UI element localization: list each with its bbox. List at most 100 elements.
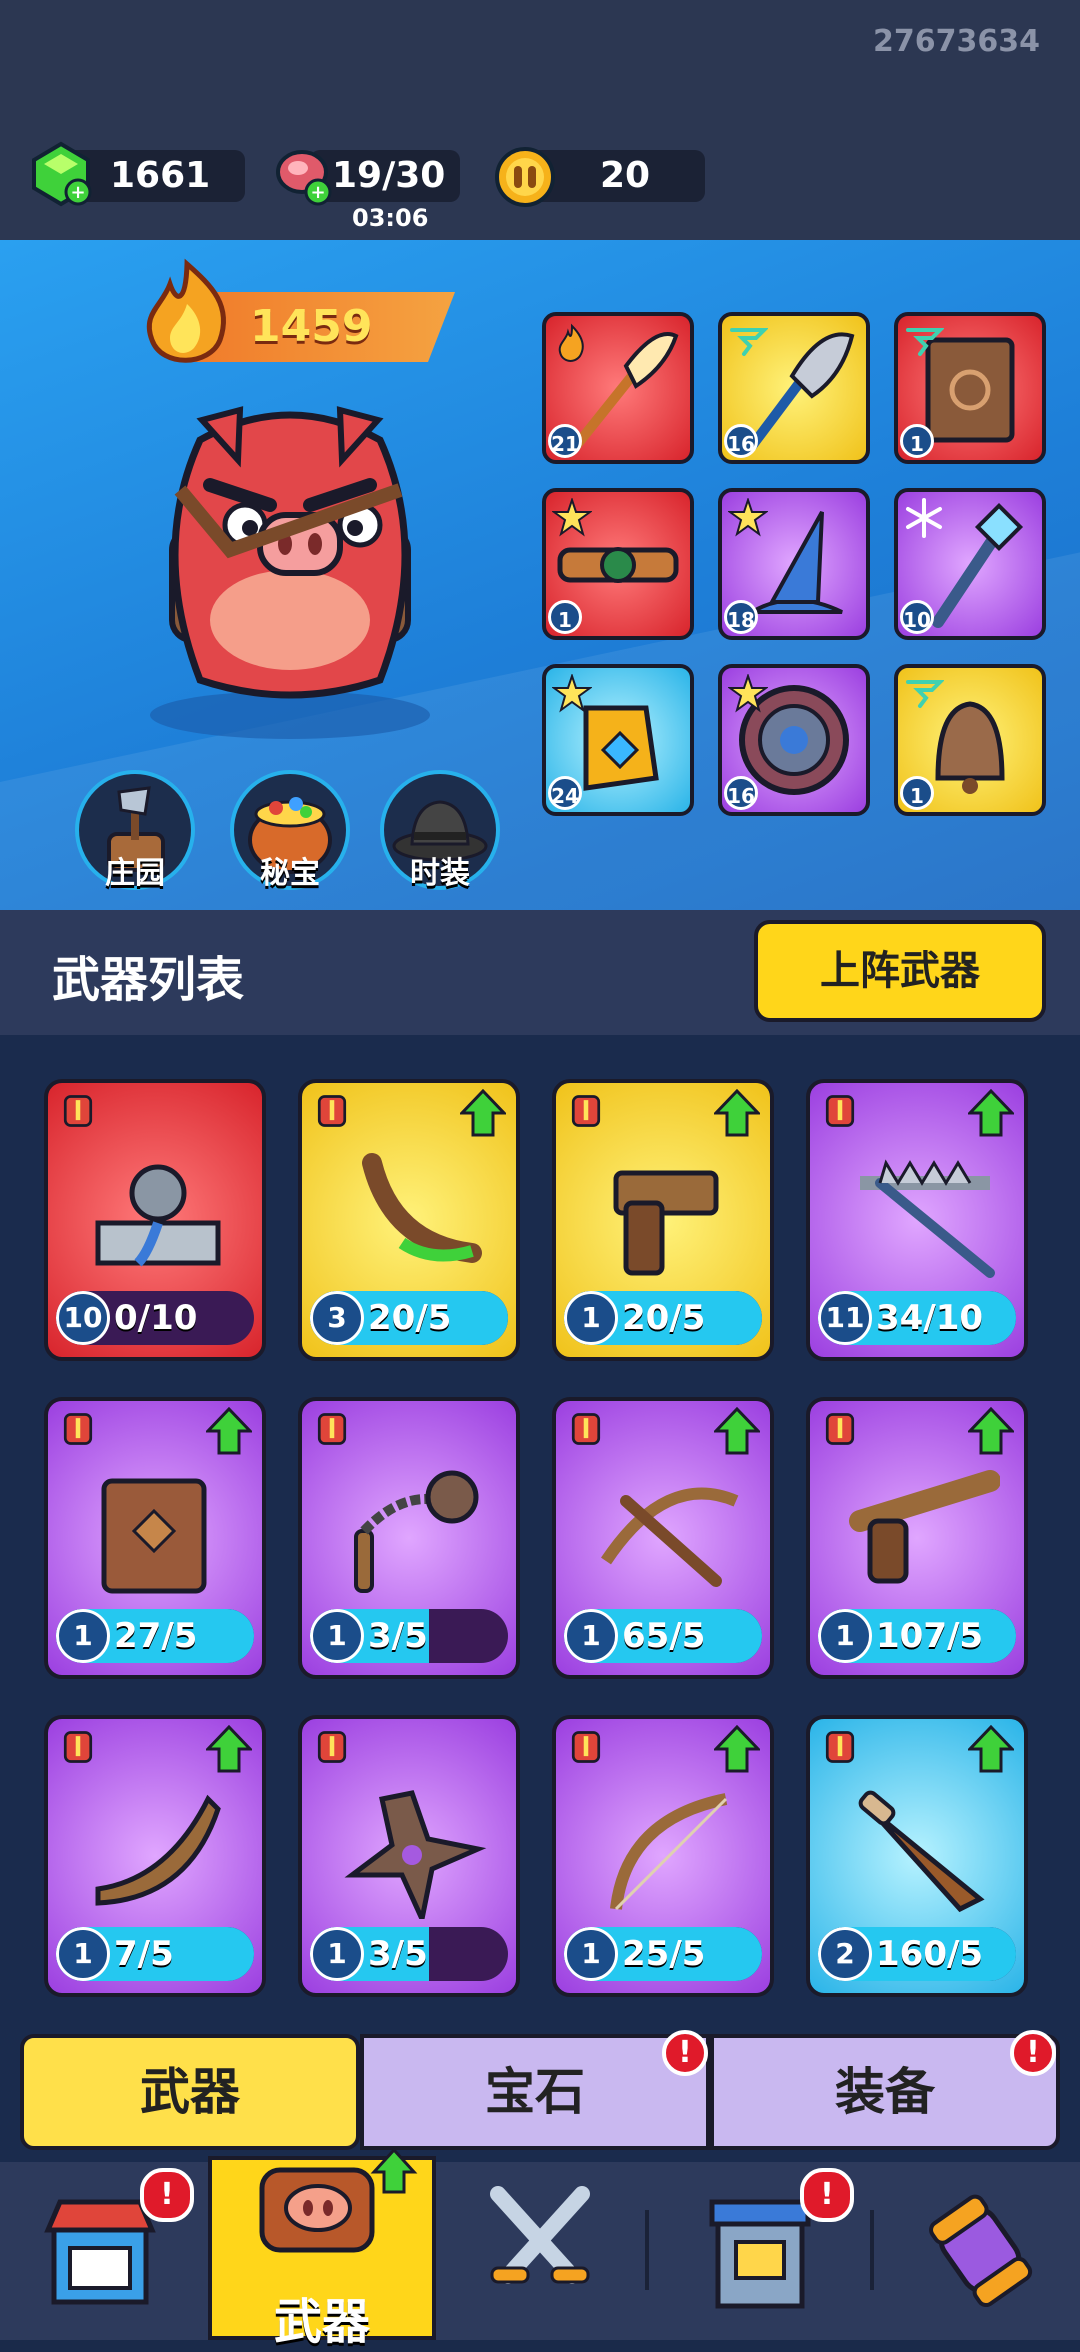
weapon-count: 34/10 [876,1298,984,1338]
weapon-count: 3/5 [368,1616,428,1656]
hero-panel: 1459 21 16 1 1 18 10 24 16 1 庄园 秘宝 时装 [0,240,1080,910]
meat-icon[interactable]: + [272,144,336,208]
equipment-level: 21 [548,424,582,458]
weapon-count: 27/5 [114,1616,198,1656]
upgrade-arrow-icon [968,1725,1014,1773]
user-id: 27673634 [873,24,1040,59]
weapon-level: 2 [818,1927,872,1981]
equipment-level: 10 [900,600,934,634]
weapon-card-anvil-fountain[interactable]: 10 0/10 [44,1079,266,1361]
upgrade-arrow-icon [968,1089,1014,1137]
weapon-card-crossbow[interactable]: 1 65/5 [552,1397,774,1679]
forge-alert-badge: ! [800,2168,854,2222]
equipment-slot-golden-feather-scepter[interactable]: 21 [542,312,694,464]
progress-bar: 1 20/5 [564,1291,762,1345]
weapon-level: 1 [310,1927,364,1981]
progress-bar: 1 27/5 [56,1609,254,1663]
nav-potion[interactable] [920,2162,1040,2340]
morning-star-flail-icon [354,1470,479,1593]
stamina-timer: 03:06 [352,204,429,232]
fashion-label: 时装 [410,856,470,891]
weapon-level: 1 [564,1291,618,1345]
resource-bar: 27673634 + 1661 + 19/30 03:06 20 [0,0,1080,240]
power-value: 1459 [250,301,373,352]
coins-value: 20 [600,155,651,196]
tab-equipment[interactable]: 装备 [710,2034,1060,2150]
upgrade-arrow-icon [714,1089,760,1137]
weapon-card-slime-horn[interactable]: 3 20/5 [298,1079,520,1361]
weapon-count: 25/5 [622,1934,706,1974]
weapon-level: 11 [818,1291,872,1345]
pig-hero-avatar[interactable] [110,380,470,740]
weapon-card-leather-tome[interactable]: 1 27/5 [44,1397,266,1679]
weapon-grid: 10 0/10 3 20/5 1 20/5 11 34/10 1 27/5 1 3/5 1 65/5 1 10… [0,1035,1080,2170]
flintlock-pistol-icon [849,1470,1000,1584]
gems-alert-badge: ! [662,2030,708,2076]
wooden-pistol-icon [613,1170,719,1276]
nav-divider [645,2210,649,2290]
burst-icon [552,498,592,537]
progress-bar: 2 160/5 [818,1927,1016,1981]
equipment-level: 1 [900,776,934,810]
weapon-count: 20/5 [368,1298,452,1338]
weapon-card-longbow[interactable]: 1 25/5 [552,1715,774,1997]
nav-shop[interactable]: ! [40,2162,194,2340]
coin-icon [495,147,555,207]
longbow-icon [610,1793,728,1911]
weapon-card-dagger[interactable]: 2 160/5 [806,1715,1028,1997]
svg-text:+: + [310,182,325,203]
weapon-type-icon [317,1731,347,1763]
equipment-slot-wizard-hat[interactable]: 18 [718,488,870,640]
weapon-card-boomerang[interactable]: 1 7/5 [44,1715,266,1997]
gems-value: 1661 [110,155,211,196]
weapon-count: 107/5 [876,1616,984,1656]
equipment-alert-badge: ! [1010,2030,1056,2076]
crossed-swords-icon [490,2186,590,2284]
equipment-slot-leather-belt[interactable]: 1 [542,488,694,640]
burst-icon [552,674,592,713]
equipment-slot-round-shield[interactable]: 16 [718,664,870,816]
flame-icon [146,258,227,363]
equipment-slot-feather-staff[interactable]: 16 [718,312,870,464]
weapon-type-icon [63,1095,93,1127]
deploy-weapons-button[interactable]: 上阵武器 [754,920,1046,1022]
flame-icon [558,323,584,362]
weapon-level: 1 [818,1609,872,1663]
weapon-count: 0/10 [114,1298,198,1338]
shop-alert-badge: ! [140,2168,194,2222]
weapon-bag-icon [259,2147,418,2253]
weapon-count: 160/5 [876,1934,984,1974]
weapon-card-flintlock-pistol[interactable]: 1 107/5 [806,1397,1028,1679]
progress-bar: 1 25/5 [564,1927,762,1981]
crossbow-icon [601,1487,739,1587]
equipment-slot-spell-book[interactable]: 1 [894,312,1046,464]
progress-bar: 1 65/5 [564,1609,762,1663]
equipment-slot-gem-glove[interactable]: 24 [542,664,694,816]
weapon-level: 1 [56,1609,110,1663]
weapon-card-morning-star-flail[interactable]: 1 3/5 [298,1397,520,1679]
upgrade-arrow-icon [714,1725,760,1773]
spiked-rake-icon [860,1159,995,1278]
weapon-card-shuriken[interactable]: 1 3/5 [298,1715,520,1997]
nav-forge[interactable]: ! [700,2162,854,2340]
slime-horn-icon [362,1153,482,1263]
equipment-slot-ice-staff[interactable]: 10 [894,488,1046,640]
upgrade-arrow-icon [968,1407,1014,1455]
upgrade-arrow-icon [460,1089,506,1137]
weapon-card-spiked-rake[interactable]: 11 34/10 [806,1079,1028,1361]
weapon-card-wooden-pistol[interactable]: 1 20/5 [552,1079,774,1361]
weapon-type-icon [825,1731,855,1763]
upgrade-arrow-icon [206,1725,252,1773]
dagger-icon [858,1790,985,1913]
weapon-type-icon [571,1413,601,1445]
nav-battle[interactable] [480,2162,600,2340]
green-gem-icon[interactable]: + [28,140,94,210]
weapon-count: 65/5 [622,1616,706,1656]
weapon-type-icon [571,1731,601,1763]
progress-bar: 1 3/5 [310,1609,508,1663]
weapon-type-icon [825,1413,855,1445]
equipment-level: 16 [724,424,758,458]
equipment-slot-bell[interactable]: 1 [894,664,1046,816]
weapon-list-title: 武器列表 [52,952,245,1008]
category-tabs: 武器 宝石 装备 ! ! [20,2030,1060,2150]
